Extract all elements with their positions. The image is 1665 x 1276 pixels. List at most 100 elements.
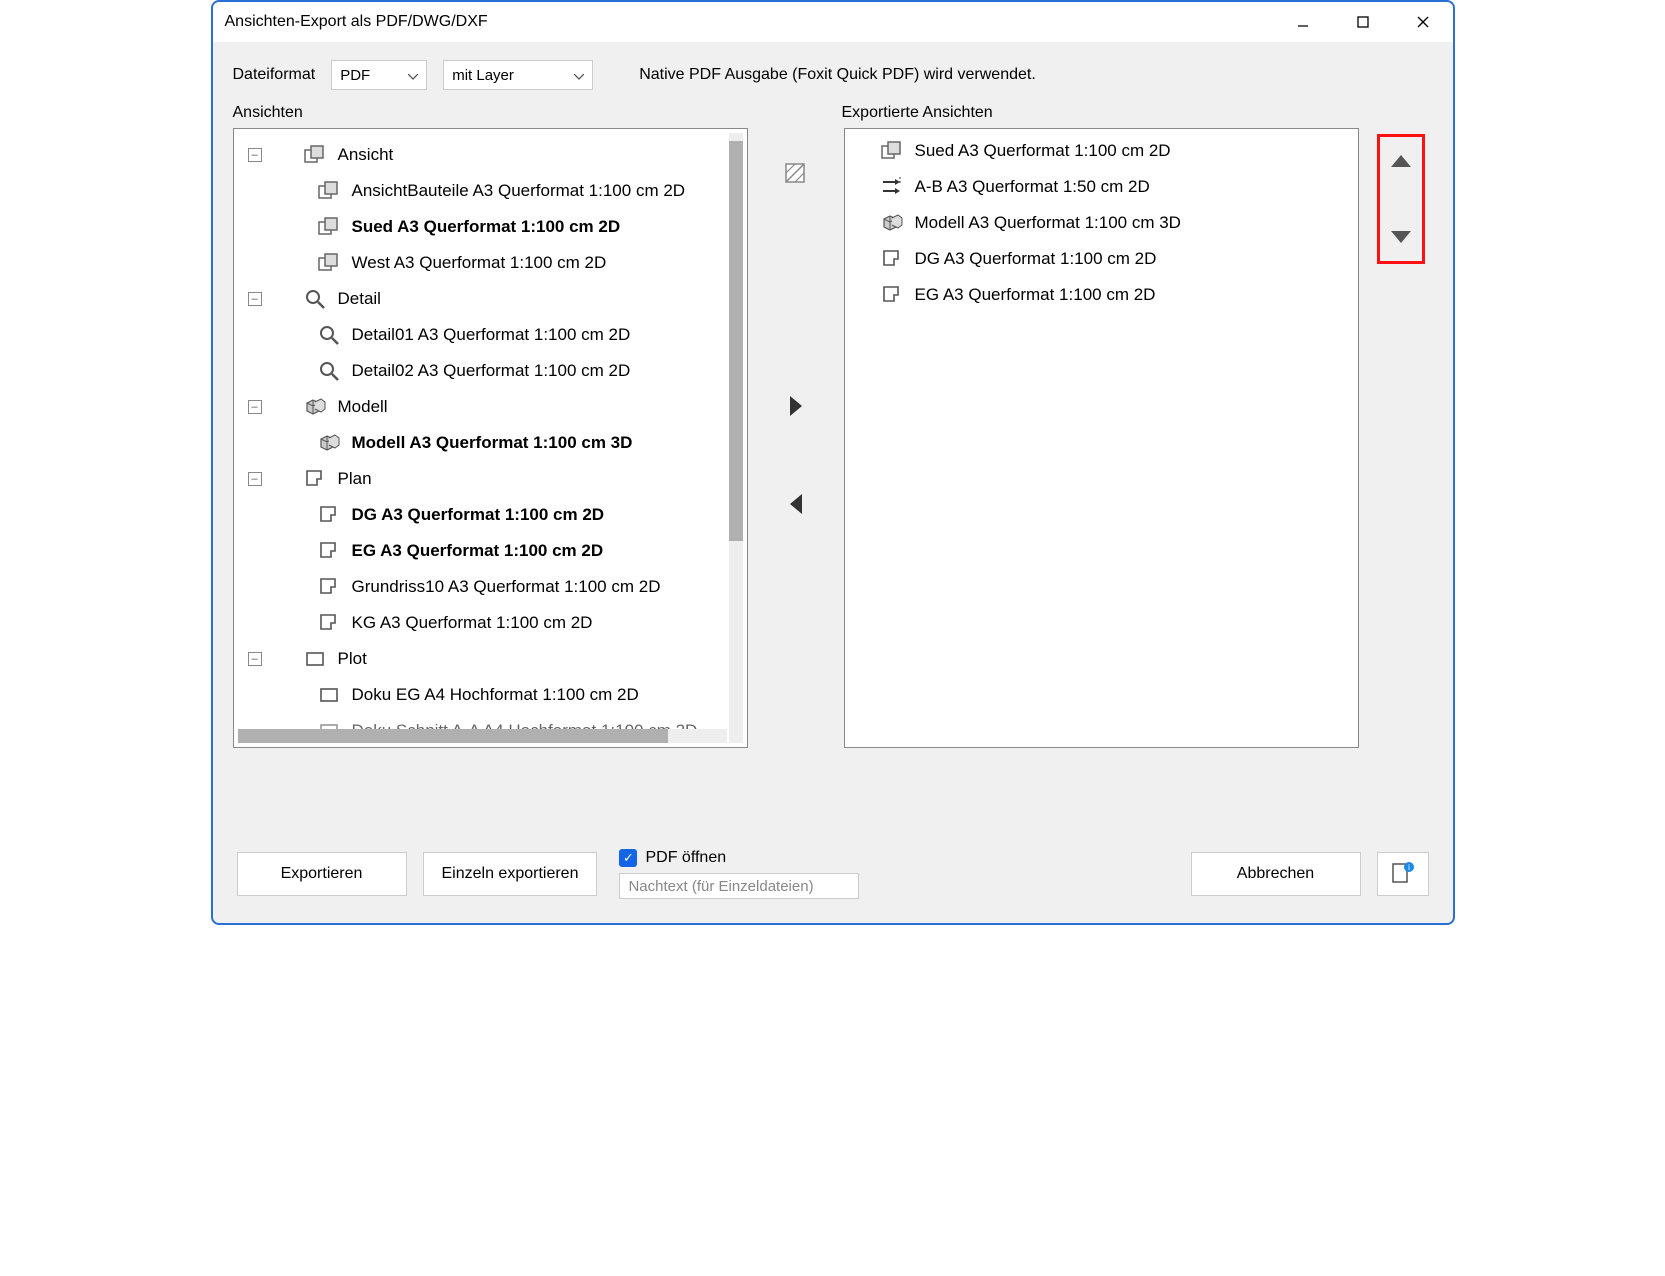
tree-item-label: Modell A3 Querformat 1:100 cm 3D xyxy=(352,433,633,453)
plan-icon xyxy=(881,248,903,270)
list-item[interactable]: Sued A3 Querformat 1:100 cm 2D xyxy=(851,133,1352,169)
dialog-window: Ansichten-Export als PDF/DWG/DXF Dateifo… xyxy=(211,0,1455,925)
tree-item[interactable]: AnsichtBauteile A3 Querformat 1:100 cm 2… xyxy=(240,173,741,209)
layer-combo[interactable]: mit Layer xyxy=(443,60,593,90)
options-column: ✓ PDF öffnen Nachtext (für Einzeldateien… xyxy=(619,849,1174,899)
chevron-left-icon xyxy=(790,494,802,514)
open-pdf-checkbox[interactable]: ✓ PDF öffnen xyxy=(619,849,1174,867)
plan-icon xyxy=(304,468,326,490)
chevron-down-icon xyxy=(408,67,418,84)
view-icon xyxy=(881,140,903,162)
tree-group-label: Ansicht xyxy=(338,145,394,165)
exported-list[interactable]: Sued A3 Querformat 1:100 cm 2D A-B A3 Qu… xyxy=(844,128,1359,748)
list-item-label: Sued A3 Querformat 1:100 cm 2D xyxy=(915,141,1171,161)
remove-button[interactable] xyxy=(780,488,812,520)
tree-item[interactable]: DG A3 Querformat 1:100 cm 2D xyxy=(240,497,741,533)
suffix-placeholder: Nachtext (für Einzeldateien) xyxy=(628,878,813,895)
info-icon xyxy=(1391,862,1415,886)
tree-group-modell[interactable]: – Modell xyxy=(240,389,741,425)
plot-icon xyxy=(318,684,340,706)
tree-item[interactable]: KG A3 Querformat 1:100 cm 2D xyxy=(240,605,741,641)
tree-item[interactable]: EG A3 Querformat 1:100 cm 2D xyxy=(240,533,741,569)
format-note: Native PDF Ausgabe (Foxit Quick PDF) wir… xyxy=(639,66,1036,84)
cancel-label: Abbrechen xyxy=(1237,865,1314,883)
scroll-thumb[interactable] xyxy=(238,729,668,743)
tree-item[interactable]: Doku EG A4 Hochformat 1:100 cm 2D xyxy=(240,677,741,713)
tree-group-label: Detail xyxy=(338,289,381,309)
tree-item[interactable]: West A3 Querformat 1:100 cm 2D xyxy=(240,245,741,281)
tree-item[interactable]: Detail01 A3 Querformat 1:100 cm 2D xyxy=(240,317,741,353)
cancel-button[interactable]: Abbrechen xyxy=(1191,852,1361,896)
view-icon xyxy=(304,144,326,166)
tree-item-label: Doku EG A4 Hochformat 1:100 cm 2D xyxy=(352,685,639,705)
list-item[interactable]: Modell A3 Querformat 1:100 cm 3D xyxy=(851,205,1352,241)
tree-item-label: Grundriss10 A3 Querformat 1:100 cm 2D xyxy=(352,577,661,597)
tree-item-label: DG A3 Querformat 1:100 cm 2D xyxy=(352,505,605,525)
collapse-icon[interactable]: – xyxy=(248,148,262,162)
plot-icon xyxy=(304,648,326,670)
tree-item-label: Detail02 A3 Querformat 1:100 cm 2D xyxy=(352,361,631,381)
tree-item[interactable]: Grundriss10 A3 Querformat 1:100 cm 2D xyxy=(240,569,741,605)
minimize-button[interactable] xyxy=(1273,2,1333,42)
close-button[interactable] xyxy=(1393,2,1453,42)
maximize-button[interactable] xyxy=(1333,2,1393,42)
export-single-button[interactable]: Einzeln exportieren xyxy=(423,852,598,896)
tree-group-ansicht[interactable]: – Ansicht xyxy=(240,137,741,173)
collapse-icon[interactable]: – xyxy=(248,400,262,414)
format-combo[interactable]: PDF xyxy=(331,60,427,90)
transfer-column xyxy=(766,158,826,520)
tree-group-label: Plan xyxy=(338,469,372,489)
collapse-icon[interactable]: – xyxy=(248,292,262,306)
model-icon xyxy=(881,212,903,234)
list-item-label: EG A3 Querformat 1:100 cm 2D xyxy=(915,285,1156,305)
list-item[interactable]: DG A3 Querformat 1:100 cm 2D xyxy=(851,241,1352,277)
scroll-thumb[interactable] xyxy=(729,141,743,541)
info-button[interactable] xyxy=(1377,852,1429,896)
tree-item-label: Sued A3 Querformat 1:100 cm 2D xyxy=(352,217,621,237)
checkbox-checked-icon: ✓ xyxy=(619,849,637,867)
collapse-icon[interactable]: – xyxy=(248,652,262,666)
plan-icon xyxy=(318,612,340,634)
reorder-highlight xyxy=(1377,134,1425,264)
list-item[interactable]: A-B A3 Querformat 1:50 cm 2D xyxy=(851,169,1352,205)
chevron-right-icon xyxy=(790,396,802,416)
export-button[interactable]: Exportieren xyxy=(237,852,407,896)
format-label: Dateiformat xyxy=(233,66,316,84)
view-icon xyxy=(318,252,340,274)
model-icon xyxy=(318,432,340,454)
tree-item-label: KG A3 Querformat 1:100 cm 2D xyxy=(352,613,593,633)
suffix-input[interactable]: Nachtext (für Einzeldateien) xyxy=(619,873,859,899)
tree-group-plan[interactable]: – Plan xyxy=(240,461,741,497)
tree-item[interactable]: Detail02 A3 Querformat 1:100 cm 2D xyxy=(240,353,741,389)
plan-icon xyxy=(318,540,340,562)
tree-item-label: EG A3 Querformat 1:100 cm 2D xyxy=(352,541,604,561)
tree-group-detail[interactable]: – Detail xyxy=(240,281,741,317)
right-header: Exportierte Ansichten xyxy=(842,104,1357,122)
magnifier-icon xyxy=(304,288,326,310)
tree-item[interactable]: Sued A3 Querformat 1:100 cm 2D xyxy=(240,209,741,245)
plan-icon xyxy=(318,576,340,598)
tree-group-label: Plot xyxy=(338,649,367,669)
magnifier-icon xyxy=(318,360,340,382)
move-up-button[interactable] xyxy=(1385,145,1417,177)
format-value: PDF xyxy=(340,67,370,84)
collapse-icon[interactable]: – xyxy=(248,472,262,486)
vertical-scrollbar[interactable] xyxy=(729,133,743,743)
add-button[interactable] xyxy=(780,390,812,422)
views-tree[interactable]: – Ansicht AnsichtBauteile A3 Querformat … xyxy=(233,128,748,748)
tree-item-label: AnsichtBauteile A3 Querformat 1:100 cm 2… xyxy=(352,181,686,201)
hatch-button[interactable] xyxy=(780,158,812,190)
model-icon xyxy=(304,396,326,418)
list-item-label: DG A3 Querformat 1:100 cm 2D xyxy=(915,249,1157,269)
layer-value: mit Layer xyxy=(452,67,514,84)
tree-group-plot[interactable]: – Plot xyxy=(240,641,741,677)
view-icon xyxy=(318,180,340,202)
tree-group-label: Modell xyxy=(338,397,388,417)
window-title: Ansichten-Export als PDF/DWG/DXF xyxy=(225,13,1273,31)
list-item-label: Modell A3 Querformat 1:100 cm 3D xyxy=(915,213,1181,233)
tree-item[interactable]: Modell A3 Querformat 1:100 cm 3D xyxy=(240,425,741,461)
open-pdf-label: PDF öffnen xyxy=(645,849,726,867)
move-down-button[interactable] xyxy=(1385,221,1417,253)
list-item[interactable]: EG A3 Querformat 1:100 cm 2D xyxy=(851,277,1352,313)
horizontal-scrollbar[interactable] xyxy=(238,729,727,743)
